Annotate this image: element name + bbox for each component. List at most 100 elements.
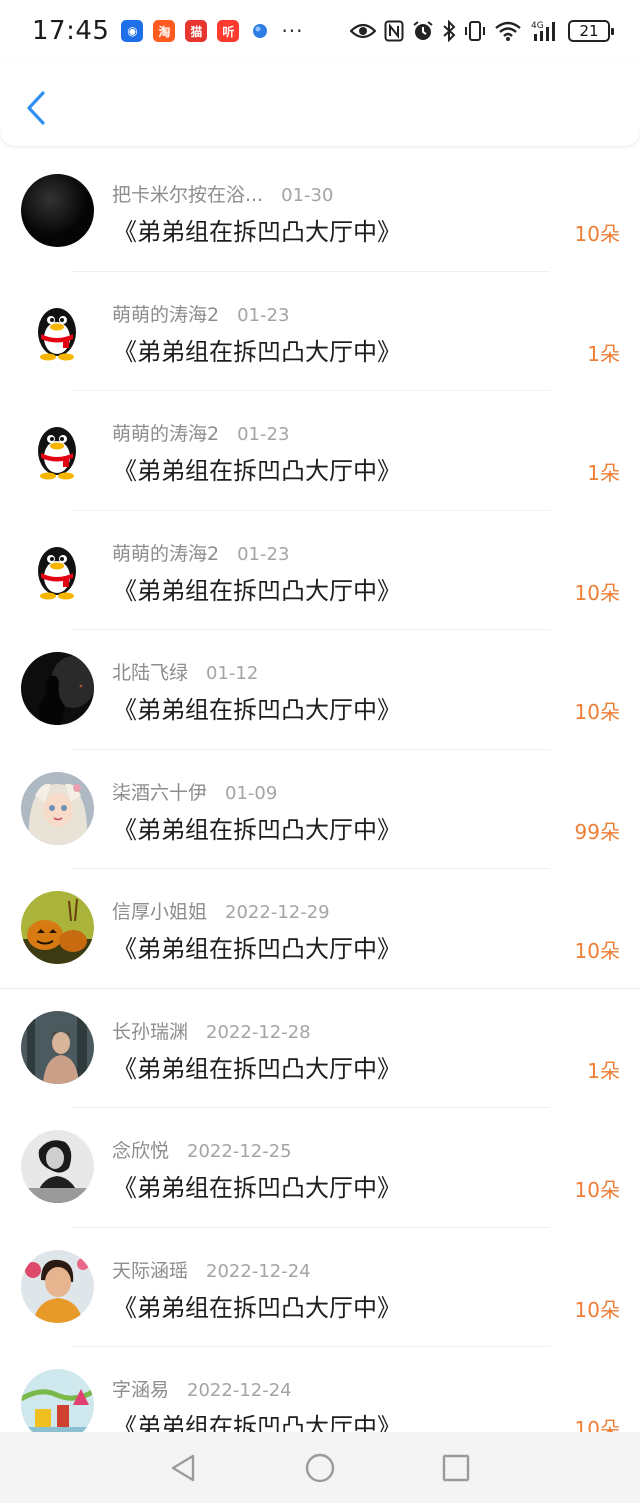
list-item[interactable]: 北陆飞绿 01-12 《弟弟组在拆凹凸大厅中》 10朵 — [0, 630, 640, 750]
flower-amount: 10朵 — [574, 222, 620, 246]
flower-amount: 10朵 — [574, 1178, 620, 1202]
list-item[interactable]: 长孙瑞渊 2022-12-28 《弟弟组在拆凹凸大厅中》 1朵 — [0, 989, 640, 1108]
flower-amount: 99朵 — [574, 819, 620, 844]
listen-app-icon: 听 — [217, 20, 240, 42]
work-title[interactable]: 《弟弟组在拆凹凸大厅中》 — [113, 571, 401, 606]
list-item[interactable]: 信厚小姐姐 2022-12-29 《弟弟组在拆凹凸大厅中》 10朵 — [0, 869, 640, 989]
item-meta: 萌萌的涛海2 01-23 — [112, 300, 289, 327]
eye-icon — [350, 23, 376, 39]
item-meta: 柒酒六十伊 01-09 — [112, 778, 277, 805]
work-title[interactable]: 《弟弟组在拆凹凸大厅中》 — [113, 929, 401, 964]
gift-record-list: 把卡米尔按在浴... 01-30 《弟弟组在拆凹凸大厅中》 10朵 萌萌的涛海2… — [0, 152, 640, 1467]
work-title[interactable]: 《弟弟组在拆凹凸大厅中》 — [113, 690, 401, 725]
list-item[interactable]: 把卡米尔按在浴... 01-30 《弟弟组在拆凹凸大厅中》 10朵 — [0, 152, 640, 272]
user-name[interactable]: 把卡米尔按在浴... — [112, 180, 263, 207]
gift-date: 01-09 — [225, 782, 278, 804]
flower-amount: 10朵 — [574, 580, 620, 605]
user-name[interactable]: 念欣悦 — [112, 1136, 169, 1163]
penguin-avatar[interactable] — [21, 293, 94, 367]
triangle-back-icon — [171, 1454, 195, 1482]
user-name[interactable]: 字涵易 — [112, 1375, 169, 1402]
alarm-icon — [413, 21, 433, 40]
gift-date: 2022-12-24 — [206, 1260, 311, 1282]
user-name[interactable]: 柒酒六十伊 — [112, 778, 207, 805]
system-navigation-bar — [0, 1432, 640, 1503]
taobao-icon: 淘 — [153, 20, 176, 42]
woman-avatar[interactable] — [21, 1249, 94, 1323]
gift-date: 2022-12-25 — [187, 1141, 292, 1162]
more-notifications-icon: ··· — [281, 19, 304, 43]
square-recents-icon — [442, 1454, 470, 1482]
flower-amount: 1朵 — [587, 461, 620, 485]
user-name[interactable]: 萌萌的涛海2 — [112, 300, 219, 327]
user-name[interactable]: 萌萌的涛海2 — [112, 539, 219, 566]
red-app-icon: 猫 — [185, 20, 208, 42]
silhouette-avatar[interactable] — [21, 652, 94, 725]
list-item[interactable]: 萌萌的涛海2 01-23 《弟弟组在拆凹凸大厅中》 1朵 — [0, 272, 640, 391]
flower-amount: 10朵 — [574, 700, 620, 724]
top-header — [0, 62, 640, 146]
wifi-icon — [495, 21, 521, 41]
anime-girl-avatar[interactable] — [21, 771, 94, 845]
status-bar: 17:45 ◉ 淘 猫 听 ··· 4G 21 — [0, 0, 640, 62]
nav-back-button[interactable] — [166, 1451, 200, 1485]
flower-amount: 10朵 — [574, 1297, 620, 1322]
list-item[interactable]: 柒酒六十伊 01-09 《弟弟组在拆凹凸大厅中》 99朵 — [0, 750, 640, 869]
work-title[interactable]: 《弟弟组在拆凹凸大厅中》 — [113, 332, 401, 367]
user-name[interactable]: 天际涵瑶 — [112, 1256, 188, 1283]
work-title[interactable]: 《弟弟组在拆凹凸大厅中》 — [113, 1168, 401, 1203]
battery-indicator: 21 — [568, 20, 614, 42]
back-button[interactable] — [20, 88, 52, 128]
list-item[interactable]: 萌萌的涛海2 01-23 《弟弟组在拆凹凸大厅中》 1朵 — [0, 391, 640, 511]
flower-amount: 1朵 — [587, 1058, 620, 1083]
work-title[interactable]: 《弟弟组在拆凹凸大厅中》 — [113, 451, 401, 486]
list-item[interactable]: 天际涵瑶 2022-12-24 《弟弟组在拆凹凸大厅中》 10朵 — [0, 1228, 640, 1347]
circle-home-icon — [305, 1453, 335, 1483]
item-meta: 萌萌的涛海2 01-23 — [112, 419, 289, 446]
app-blue-chat-icon: ◉ — [121, 20, 144, 42]
list-item[interactable]: 念欣悦 2022-12-25 《弟弟组在拆凹凸大厅中》 10朵 — [0, 1108, 640, 1228]
system-icons: 4G 21 — [350, 19, 614, 43]
user-name[interactable]: 北陆飞绿 — [112, 658, 188, 685]
item-meta: 北陆飞绿 01-12 — [112, 658, 258, 685]
gift-date: 01-30 — [281, 185, 334, 206]
bw-woman-avatar[interactable] — [21, 1130, 94, 1203]
gift-date: 01-12 — [206, 663, 259, 684]
nav-recents-button[interactable] — [439, 1451, 473, 1485]
chevron-left-icon — [27, 91, 45, 125]
item-meta: 信厚小姐姐 2022-12-29 — [112, 897, 330, 924]
flower-amount: 1朵 — [587, 341, 620, 366]
notification-icons: ◉ 淘 猫 听 ··· — [121, 19, 303, 43]
svg-text:4G: 4G — [531, 21, 544, 31]
nav-home-button[interactable] — [303, 1451, 337, 1485]
penguin-avatar[interactable] — [21, 413, 94, 486]
pumpkin-avatar[interactable] — [21, 891, 94, 964]
item-meta: 念欣悦 2022-12-25 — [112, 1136, 292, 1163]
bluetooth-icon — [443, 20, 456, 42]
flower-amount: 10朵 — [574, 939, 620, 963]
gift-date: 2022-12-28 — [206, 1021, 311, 1043]
user-name[interactable]: 信厚小姐姐 — [112, 897, 207, 924]
user-name[interactable]: 萌萌的涛海2 — [112, 419, 219, 446]
penguin-avatar[interactable] — [21, 532, 94, 606]
gift-date: 2022-12-29 — [225, 902, 330, 923]
browser-ball-icon — [249, 20, 272, 42]
user-name[interactable]: 长孙瑞渊 — [112, 1017, 188, 1044]
item-meta: 字涵易 2022-12-24 — [112, 1375, 292, 1402]
item-meta: 天际涵瑶 2022-12-24 — [112, 1256, 311, 1283]
gift-date: 2022-12-24 — [187, 1380, 292, 1401]
work-title[interactable]: 《弟弟组在拆凹凸大厅中》 — [113, 1049, 401, 1084]
gift-date: 01-23 — [237, 304, 290, 326]
gift-date: 01-23 — [237, 543, 290, 565]
work-title[interactable]: 《弟弟组在拆凹凸大厅中》 — [113, 212, 401, 247]
list-item[interactable]: 萌萌的涛海2 01-23 《弟弟组在拆凹凸大厅中》 10朵 — [0, 511, 640, 630]
nfc-icon — [384, 20, 404, 42]
item-meta: 萌萌的涛海2 01-23 — [112, 539, 289, 566]
forest-avatar[interactable] — [21, 1010, 94, 1084]
item-meta: 把卡米尔按在浴... 01-30 — [112, 180, 333, 207]
status-time: 17:45 — [32, 16, 110, 46]
work-title[interactable]: 《弟弟组在拆凹凸大厅中》 — [113, 810, 401, 845]
vibrate-icon — [465, 21, 485, 41]
dark-avatar[interactable] — [21, 174, 94, 247]
work-title[interactable]: 《弟弟组在拆凹凸大厅中》 — [113, 1288, 401, 1323]
